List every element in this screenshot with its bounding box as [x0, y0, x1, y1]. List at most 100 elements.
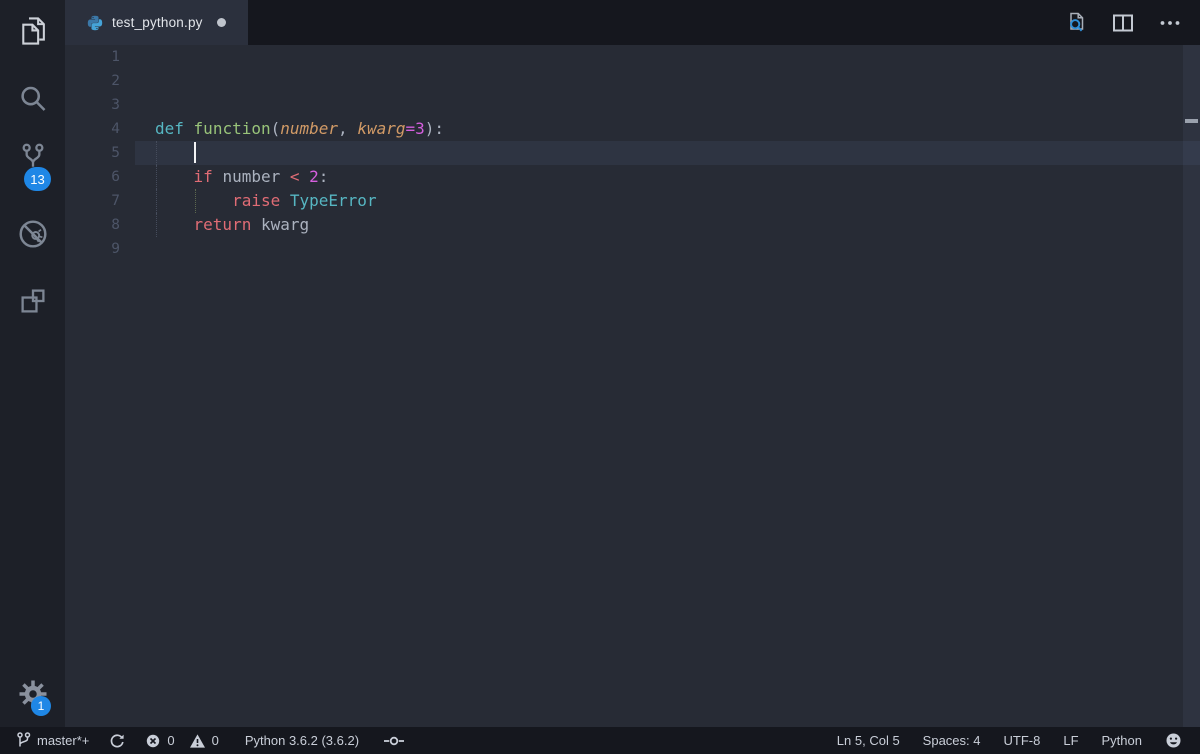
editor-actions — [1065, 0, 1200, 45]
indent-guide — [156, 213, 157, 237]
code-token: : — [319, 167, 329, 186]
sync-status[interactable] — [109, 733, 125, 749]
activity-bar: 13 — [0, 0, 65, 727]
code-token: raise — [232, 191, 280, 210]
source-control-badge: 13 — [24, 167, 51, 191]
problems-status[interactable]: 0 0 — [145, 733, 218, 749]
indent-guide — [156, 189, 157, 213]
code-token: , — [338, 119, 357, 138]
indent-guide — [156, 165, 157, 189]
more-actions-button[interactable] — [1158, 13, 1182, 33]
line-number: 6 — [65, 165, 135, 189]
code-token — [300, 167, 310, 186]
code-token — [155, 143, 194, 162]
commit-icon — [383, 733, 405, 749]
sidebar-item-source-control[interactable]: 13 — [0, 135, 65, 179]
ruler-cursor-marker — [1185, 119, 1198, 123]
code-token: TypeError — [290, 191, 377, 210]
code-token: 2 — [309, 167, 319, 186]
line-content: raise TypeError — [135, 189, 1200, 213]
open-preview-icon — [1065, 11, 1088, 34]
encoding-status[interactable]: UTF-8 — [1004, 733, 1041, 748]
code-line-3[interactable]: 3 — [65, 93, 1200, 117]
code-line-8[interactable]: 8 return kwarg — [65, 213, 1200, 237]
line-content — [135, 237, 1200, 261]
sidebar-item-extensions[interactable] — [0, 279, 65, 323]
overview-ruler[interactable] — [1183, 45, 1200, 727]
line-content — [135, 93, 1200, 117]
files-icon — [18, 15, 48, 47]
code-token: function — [194, 119, 271, 138]
python-file-icon — [87, 15, 103, 31]
code-token: = — [405, 119, 415, 138]
tab-test-python[interactable]: test_python.py — [65, 0, 248, 45]
git-branch-status[interactable]: master*+ — [16, 732, 89, 749]
settings-badge: 1 — [31, 696, 51, 716]
code-token: number — [280, 119, 338, 138]
line-content: def function(number, kwarg=3): — [135, 117, 1200, 141]
line-number: 9 — [65, 237, 135, 261]
more-actions-icon — [1158, 13, 1182, 33]
cursor-position-status[interactable]: Ln 5, Col 5 — [837, 733, 900, 748]
tab-bar: test_python.py — [65, 0, 1200, 45]
line-content — [135, 45, 1200, 69]
code-token — [184, 119, 194, 138]
vscode-window: test_python.py — [0, 0, 1200, 754]
extensions-icon — [18, 286, 48, 316]
language-mode-status[interactable]: Python — [1102, 733, 1142, 748]
python-version: Python 3.6.2 (3.6.2) — [245, 733, 359, 748]
line-content: return kwarg — [135, 213, 1200, 237]
split-editor-icon — [1112, 13, 1134, 33]
commit-status[interactable] — [383, 733, 405, 749]
code-token — [213, 167, 223, 186]
line-number: 4 — [65, 117, 135, 141]
code-line-6[interactable]: 6 if number < 2: — [65, 165, 1200, 189]
search-icon — [18, 84, 48, 114]
code-token — [280, 191, 290, 210]
python-interpreter-status[interactable]: Python 3.6.2 (3.6.2) — [245, 733, 359, 748]
code-token — [280, 167, 290, 186]
status-bar: master*+ 0 0 — [0, 727, 1200, 754]
modified-dot-icon[interactable] — [217, 18, 226, 27]
error-icon — [145, 733, 161, 749]
feedback-smiley-icon — [1165, 732, 1182, 749]
tab-title: test_python.py — [112, 15, 203, 30]
branch-name: master*+ — [37, 733, 89, 748]
line-content: if number < 2: — [135, 165, 1200, 189]
status-right: Ln 5, Col 5 Spaces: 4 UTF-8 LF Python — [837, 732, 1182, 749]
code-token: < — [290, 167, 300, 186]
text-cursor — [194, 142, 196, 163]
code-token: kwarg — [261, 215, 309, 234]
debug-icon — [17, 218, 49, 250]
open-preview-button[interactable] — [1065, 11, 1088, 34]
indent-guide — [156, 141, 157, 165]
eol-status[interactable]: LF — [1063, 733, 1078, 748]
sync-icon — [109, 733, 125, 749]
code-line-7[interactable]: 7 raise TypeError — [65, 189, 1200, 213]
code-token: number — [222, 167, 280, 186]
feedback-status[interactable] — [1165, 732, 1182, 749]
git-branch-icon — [16, 732, 31, 749]
line-number: 8 — [65, 213, 135, 237]
code-token — [155, 215, 194, 234]
code-line-9[interactable]: 9 — [65, 237, 1200, 261]
indentation-status[interactable]: Spaces: 4 — [923, 733, 981, 748]
code-line-4[interactable]: 4def function(number, kwarg=3): — [65, 117, 1200, 141]
sidebar-item-search[interactable] — [0, 77, 65, 121]
line-number: 2 — [65, 69, 135, 93]
error-count: 0 — [167, 733, 174, 748]
code-token: return — [194, 215, 252, 234]
code-line-1[interactable]: 1 — [65, 45, 1200, 69]
line-number: 1 — [65, 45, 135, 69]
code-editor[interactable]: 1234def function(number, kwarg=3):5 6 if… — [65, 45, 1200, 727]
warning-icon — [189, 733, 206, 749]
code-line-5[interactable]: 5 — [65, 141, 1200, 165]
sidebar-item-explorer[interactable] — [0, 9, 65, 53]
sidebar-item-settings[interactable]: 1 — [0, 672, 65, 716]
sidebar-item-debug[interactable] — [0, 212, 65, 256]
code-line-2[interactable]: 2 — [65, 69, 1200, 93]
split-editor-button[interactable] — [1112, 13, 1134, 33]
warning-count: 0 — [212, 733, 219, 748]
line-number: 7 — [65, 189, 135, 213]
status-left: master*+ 0 0 — [16, 732, 405, 749]
